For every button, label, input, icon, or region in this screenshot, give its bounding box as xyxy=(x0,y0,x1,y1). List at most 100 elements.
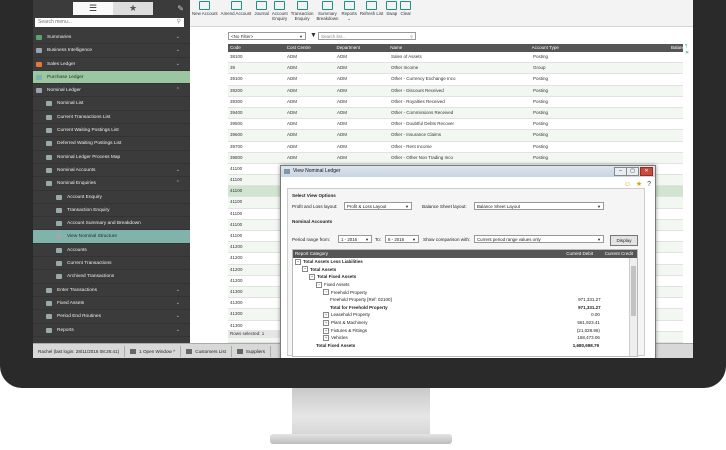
menu-search-input[interactable]: Search menu... ⚲ xyxy=(35,18,184,27)
close-icon[interactable]: ✕ xyxy=(685,50,691,56)
report-row[interactable]: Total Fixed Assets 1,680,698.79 xyxy=(293,342,637,350)
toolbar-button[interactable]: Amend Account xyxy=(221,0,251,16)
sidebar-item[interactable]: Nominal Accounts ⌄ xyxy=(33,164,190,178)
report-row[interactable]: + Plant & Machinery 561,923.41 xyxy=(293,319,637,327)
menu-tab[interactable]: ☰ xyxy=(73,2,113,15)
open-windows-button[interactable]: 1 Open Window ^ xyxy=(125,346,182,357)
period-from-select[interactable]: 1 - 2016 ▼ xyxy=(338,235,372,243)
expand-toggle-icon[interactable]: + xyxy=(323,312,329,319)
collapse-toggle-icon[interactable]: − xyxy=(316,281,322,288)
toolbar-button[interactable]: Transaction Enquiry xyxy=(291,0,313,21)
toolbar-button[interactable]: Swap xyxy=(386,0,398,16)
report-row[interactable]: − Fixed Assets xyxy=(293,281,637,289)
report-row[interactable]: − Total Fixed Assets xyxy=(293,273,637,281)
sidebar-item[interactable]: Current Waiting Postings List xyxy=(33,124,190,138)
sidebar-item[interactable]: Business Intelligence ⌄ xyxy=(33,44,190,58)
star-icon[interactable]: ★ xyxy=(636,181,642,188)
expand-toggle-icon[interactable]: + xyxy=(323,335,329,342)
sidebar-item[interactable]: Nominal List xyxy=(33,97,190,111)
sidebar-item[interactable]: Nominal Ledger ⌃ xyxy=(33,84,190,98)
close-button[interactable]: ✕ xyxy=(640,167,653,176)
toolbar-button[interactable]: Clear xyxy=(400,0,412,16)
collapse-toggle-icon[interactable]: − xyxy=(295,258,301,265)
filter-icon[interactable]: ▼ xyxy=(310,32,317,39)
col-code[interactable]: Code xyxy=(228,44,287,52)
report-row[interactable]: Freehold Property [Ref: 02100] 971,331.27 xyxy=(293,296,637,304)
period-to-select[interactable]: 8 - 2016 ▼ xyxy=(385,235,419,243)
dialog-titlebar[interactable]: View Nominal Ledger – ▢ ✕ xyxy=(281,166,655,177)
sidebar-item[interactable]: Deferred Waiting Postings List xyxy=(33,137,190,151)
collapse-toggle-icon[interactable]: − xyxy=(323,289,329,296)
expand-toggle-icon[interactable]: + xyxy=(323,319,329,326)
sidebar-item[interactable]: Purchase Ledger xyxy=(33,70,190,85)
sidebar-item[interactable]: Accounts xyxy=(33,244,190,258)
list-search-input[interactable]: Search list... ⚲ xyxy=(318,32,416,40)
report-row[interactable]: Total for Freehold Property 971,331.27 xyxy=(293,304,637,312)
col-department[interactable]: Department xyxy=(337,44,391,52)
report-row[interactable]: + Fixtures & Fittings (21,028.96) xyxy=(293,327,637,335)
sidebar-item[interactable]: Archived Transactions xyxy=(33,270,190,284)
report-row[interactable]: − Total Assets Less Liabilities xyxy=(293,258,637,266)
report-row[interactable]: − Total Assets xyxy=(293,266,637,274)
toolbar-button[interactable]: New Account xyxy=(192,0,218,16)
table-row[interactable]: 39200 ADM ADM Other - Discount Received Post… xyxy=(228,85,683,97)
col-name[interactable]: Name xyxy=(390,44,531,52)
toolbar-button[interactable]: Account Enquiry xyxy=(272,0,288,21)
collapse-toggle-icon[interactable]: − xyxy=(309,274,315,281)
favourites-tab[interactable]: ★ xyxy=(113,2,153,15)
table-row[interactable]: 39600 ADM ADM Other - Insurance Claims Posti… xyxy=(228,130,683,142)
sidebar-item[interactable]: Current Transactions List xyxy=(33,111,190,125)
report-row[interactable]: + Leasehold Property 0.00 xyxy=(293,311,637,319)
col-report-category[interactable]: Report Category xyxy=(293,250,545,258)
toolbar-button[interactable]: Summary Breakdown xyxy=(316,0,338,21)
collapse-toggle-icon[interactable]: − xyxy=(302,266,308,273)
help-icon[interactable]: ? xyxy=(647,181,651,188)
table-row[interactable]: 38100 ADM ADM Sales of Assets Posting xyxy=(228,52,683,64)
filter-select[interactable]: <No Filter> ▼ xyxy=(228,32,306,40)
sidebar-item[interactable]: Sales Ledger ⌄ xyxy=(33,58,190,71)
sidebar-item[interactable]: Nominal Enquiries ⌃ xyxy=(33,177,190,191)
sidebar-item[interactable]: Current Transactions xyxy=(33,257,190,271)
sidebar-item[interactable]: Transaction Enquiry xyxy=(33,204,190,218)
table-row[interactable]: 39400 ADM ADM Other - Commissions Received P… xyxy=(228,107,683,120)
sidebar-item[interactable]: Fixed Assets ⌄ xyxy=(33,297,190,311)
report-scrollbar[interactable] xyxy=(629,258,637,356)
sidebar-item[interactable]: Enter Transactions ⌄ xyxy=(33,284,190,297)
report-row[interactable]: − Freehold Property xyxy=(293,289,637,297)
sidebar-item[interactable]: View Nominal Structure xyxy=(33,230,190,244)
report-category-label: Total Fixed Assets xyxy=(316,343,356,349)
sidebar-item[interactable]: Account Enquiry xyxy=(33,191,190,204)
toolbar-button[interactable]: Refresh List xyxy=(360,0,383,16)
pl-layout-select[interactable]: Profit & Loss Layout ▼ xyxy=(344,202,412,210)
table-row[interactable]: 39100 ADM ADM Other - Currency Exchange Inc… xyxy=(228,74,683,86)
bs-layout-select[interactable]: Balance Sheet Layout ▼ xyxy=(474,202,604,210)
table-cell: 41200 xyxy=(230,277,243,283)
col-cost-centre[interactable]: Cost Centre xyxy=(287,44,337,52)
pin-icon[interactable]: ✎ xyxy=(177,4,184,13)
comparison-select[interactable]: Current period range values only ▼ xyxy=(474,235,604,243)
expand-toggle-icon[interactable]: + xyxy=(323,327,329,334)
maximize-button[interactable]: ▢ xyxy=(626,167,639,176)
suppliers-tab[interactable]: Suppliers xyxy=(232,346,272,357)
col-current-credit[interactable]: Current Credit xyxy=(593,250,633,258)
sidebar-item[interactable]: Summaries ⌄ xyxy=(33,31,190,45)
sidebar-item[interactable]: Nominal Ledger Process Map xyxy=(33,151,190,164)
smiley-icon[interactable]: ☺ xyxy=(624,181,631,188)
sidebar-item[interactable]: Account Summary and Breakdown xyxy=(33,217,190,231)
table-row[interactable]: 39 ADM ADM Other Income Group xyxy=(228,63,683,75)
table-row[interactable]: 39500 ADM ADM Other - Doubtful Debts Recove… xyxy=(228,119,683,131)
scrollbar-thumb[interactable] xyxy=(631,266,636,316)
table-row[interactable]: 39800 ADM ADM Other - Other Non Trading Inc… xyxy=(228,152,683,164)
col-balance[interactable]: Balance xyxy=(671,44,687,52)
col-account-type[interactable]: Account Type xyxy=(532,44,671,52)
table-row[interactable]: 39700 ADM ADM Other - Rent Income Posting xyxy=(228,142,683,153)
sidebar-item[interactable]: Reports ⌄ xyxy=(33,324,190,337)
customers-list-tab[interactable]: Customers List xyxy=(181,346,232,357)
toolbar-button[interactable]: Journal xyxy=(254,0,269,16)
display-button[interactable]: Display xyxy=(610,235,638,246)
table-row[interactable]: 39300 ADM ADM Other - Royalties Received Pos… xyxy=(228,97,683,108)
toolbar-button[interactable]: Reports ⌄ xyxy=(341,0,357,21)
col-current-debit[interactable]: Current Debit xyxy=(545,250,593,258)
report-row[interactable]: + Vehicles 168,473.06 xyxy=(293,334,637,342)
sidebar-item[interactable]: Period End Routines ⌄ xyxy=(33,310,190,324)
